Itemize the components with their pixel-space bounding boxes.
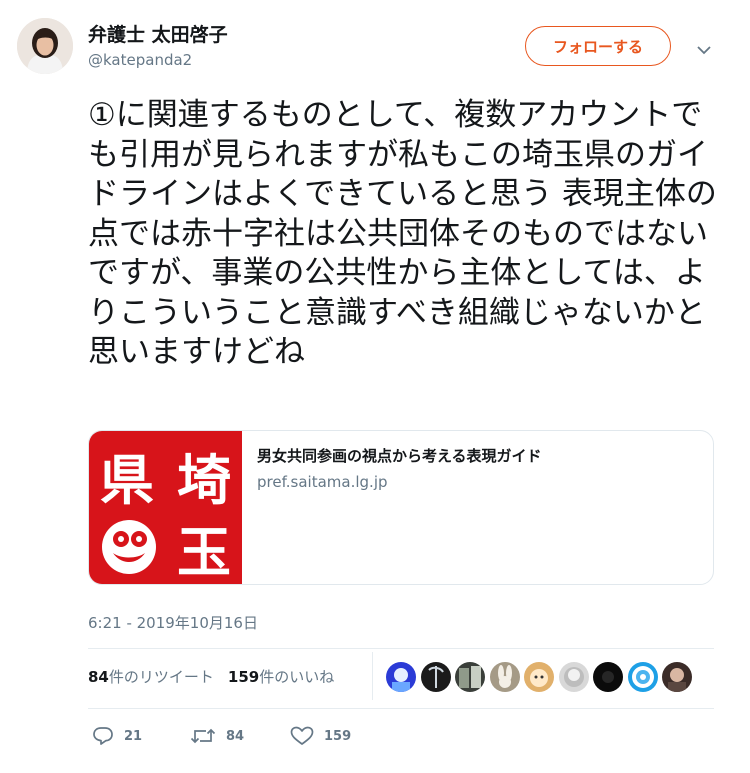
divider (88, 648, 714, 649)
heart-icon (290, 726, 314, 745)
liker-avatar[interactable] (455, 662, 485, 692)
card-domain: pref.saitama.lg.jp (257, 473, 388, 491)
retweet-stat[interactable]: 84件のリツイート (88, 666, 214, 687)
liker-avatar[interactable] (662, 662, 692, 692)
svg-text:玉: 玉 (177, 521, 231, 584)
card-thumbnail: 県 埼 玉 (89, 431, 244, 584)
retweet-count: 84 (226, 728, 245, 744)
link-card[interactable]: 県 埼 玉 男女共同参画の視点から考える表現ガイド pref.saitama.l… (88, 430, 714, 585)
saitama-logo-icon: 県 埼 玉 (89, 431, 244, 584)
reply-button[interactable]: 21 (92, 726, 142, 746)
likers-avatars (386, 662, 692, 692)
stats-separator (372, 652, 373, 700)
retweet-button[interactable]: 84 (190, 726, 244, 746)
follow-button[interactable]: フォローする (525, 26, 671, 66)
divider (88, 708, 714, 709)
liker-avatar[interactable] (420, 662, 451, 692)
reply-count: 21 (124, 728, 143, 744)
liker-avatar[interactable] (386, 662, 416, 692)
chevron-down-icon[interactable] (694, 40, 714, 60)
liker-avatar[interactable] (489, 662, 520, 692)
tweet-text: ①に関連するものとして、複数アカウントでも引用が見られますが私もこの埼玉県のガイ… (88, 97, 717, 370)
card-title: 男女共同参画の視点から考える表現ガイド (257, 447, 542, 465)
engagement-stats: 84件のリツイート 159件のいいね (88, 666, 334, 687)
tweet-timestamp[interactable]: 6:21 - 2019年10月16日 (88, 612, 258, 633)
liker-avatar[interactable] (627, 662, 658, 692)
user-handle[interactable]: @katepanda2 (88, 51, 192, 69)
svg-text:埼: 埼 (177, 449, 231, 512)
liker-avatar[interactable] (558, 662, 589, 692)
svg-text:県: 県 (100, 449, 154, 512)
avatar-image (17, 18, 73, 74)
like-count: 159 (324, 728, 352, 744)
like-stat[interactable]: 159件のいいね (228, 666, 334, 687)
avatar[interactable] (17, 18, 73, 74)
like-button[interactable]: 159 (290, 726, 351, 746)
liker-avatar[interactable] (593, 662, 623, 692)
reply-icon (93, 727, 113, 745)
display-name[interactable]: 弁護士 太田啓子 (88, 20, 228, 47)
liker-avatar[interactable] (524, 662, 554, 692)
retweet-icon (190, 728, 216, 744)
